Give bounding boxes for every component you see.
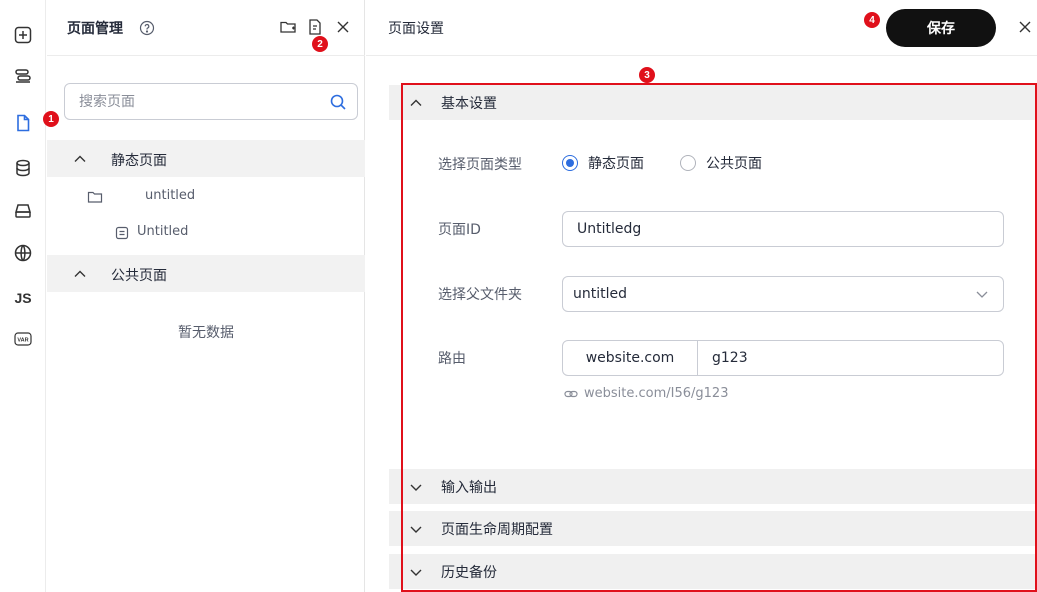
section-lifecycle[interactable]: 页面生命周期配置 (389, 511, 1037, 546)
help-icon[interactable] (139, 20, 155, 36)
empty-state-text: 暂无数据 (178, 325, 234, 341)
annotation-badge-2: 2 (312, 36, 328, 52)
parent-folder-label: 选择父文件夹 (438, 287, 522, 303)
group-static-pages[interactable]: 静态页面 (47, 140, 365, 177)
js-label: JS (14, 290, 32, 306)
section-history[interactable]: 历史备份 (389, 554, 1037, 589)
section-io[interactable]: 输入输出 (389, 469, 1037, 504)
page-label: Untitled (137, 224, 189, 239)
chevron-down-icon (410, 569, 422, 576)
search-input[interactable] (79, 84, 319, 119)
route-preview-text: website.com/I56/g123 (584, 386, 729, 401)
add-icon[interactable] (10, 22, 36, 48)
svg-text:VAR: VAR (17, 338, 28, 344)
chevron-down-icon (976, 291, 988, 298)
section-basic-settings[interactable]: 基本设置 (389, 85, 1037, 120)
page-id-label: 页面ID (438, 222, 481, 238)
annotation-badge-1: 1 (43, 111, 59, 127)
close-icon[interactable] (1017, 19, 1033, 35)
parent-folder-value: untitled (573, 286, 628, 302)
radio-checked-icon (562, 155, 578, 171)
group-static-label: 静态页面 (111, 153, 167, 169)
close-panel-icon[interactable] (334, 18, 352, 36)
database-icon[interactable] (10, 155, 36, 181)
folder-icon (87, 191, 103, 203)
group-public-pages[interactable]: 公共页面 (47, 255, 365, 292)
route-preview: website.com/I56/g123 (564, 386, 728, 401)
page-icon[interactable] (10, 110, 36, 136)
chevron-up-icon (74, 270, 86, 277)
section-io-label: 输入输出 (441, 480, 497, 496)
radio-static-label: 静态页面 (588, 156, 644, 172)
save-button[interactable]: 保存 (886, 9, 996, 47)
route-input[interactable] (697, 340, 1004, 376)
search-icon[interactable] (329, 93, 347, 111)
chevron-down-icon (410, 526, 422, 533)
new-folder-icon[interactable] (279, 18, 297, 36)
group-public-label: 公共页面 (111, 268, 167, 284)
route-prefix: website.com (562, 340, 698, 376)
app-root: JS VAR 页面管理 静态页面 untitled Untitled (0, 0, 1037, 592)
page-id-input[interactable] (562, 211, 1004, 247)
chevron-up-icon (410, 99, 422, 106)
layers-icon[interactable] (10, 64, 36, 90)
chevron-down-icon (410, 484, 422, 491)
radio-public-page[interactable]: 公共页面 (680, 153, 762, 173)
page-settings-panel: 页面设置 保存 基本设置 选择页面类型 静态页面 公共页面 页面ID 选择父文件… (366, 0, 1037, 592)
var-icon[interactable]: VAR (10, 326, 36, 352)
folder-label: untitled (145, 188, 196, 203)
search-box (64, 83, 358, 120)
annotation-badge-3: 3 (639, 67, 655, 83)
tree-page-untitled[interactable]: Untitled (47, 216, 365, 250)
radio-public-label: 公共页面 (706, 156, 762, 172)
js-icon[interactable]: JS (10, 285, 36, 311)
page-type-label: 选择页面类型 (438, 157, 522, 173)
radio-static-page[interactable]: 静态页面 (562, 153, 644, 173)
new-page-icon[interactable] (306, 18, 324, 36)
radio-unchecked-icon (680, 155, 696, 171)
left-rail: JS VAR (0, 0, 46, 592)
drive-icon[interactable] (10, 198, 36, 224)
section-history-label: 历史备份 (441, 565, 497, 581)
globe-icon[interactable] (10, 240, 36, 266)
section-basic-label: 基本设置 (441, 96, 497, 112)
section-lifecycle-label: 页面生命周期配置 (441, 522, 553, 538)
link-icon (564, 390, 578, 397)
tree-folder-untitled[interactable]: untitled (47, 180, 365, 214)
page-settings-title: 页面设置 (388, 21, 444, 37)
file-icon (115, 226, 129, 240)
page-manager-title: 页面管理 (67, 21, 123, 37)
page-manager-panel: 页面管理 静态页面 untitled Untitled 公共页面 暂无数据 (47, 0, 365, 592)
parent-folder-select[interactable]: untitled (562, 276, 1004, 312)
page-settings-header: 页面设置 保存 (366, 0, 1037, 56)
annotation-badge-4: 4 (864, 12, 880, 28)
route-label: 路由 (438, 351, 466, 367)
chevron-up-icon (74, 155, 86, 162)
